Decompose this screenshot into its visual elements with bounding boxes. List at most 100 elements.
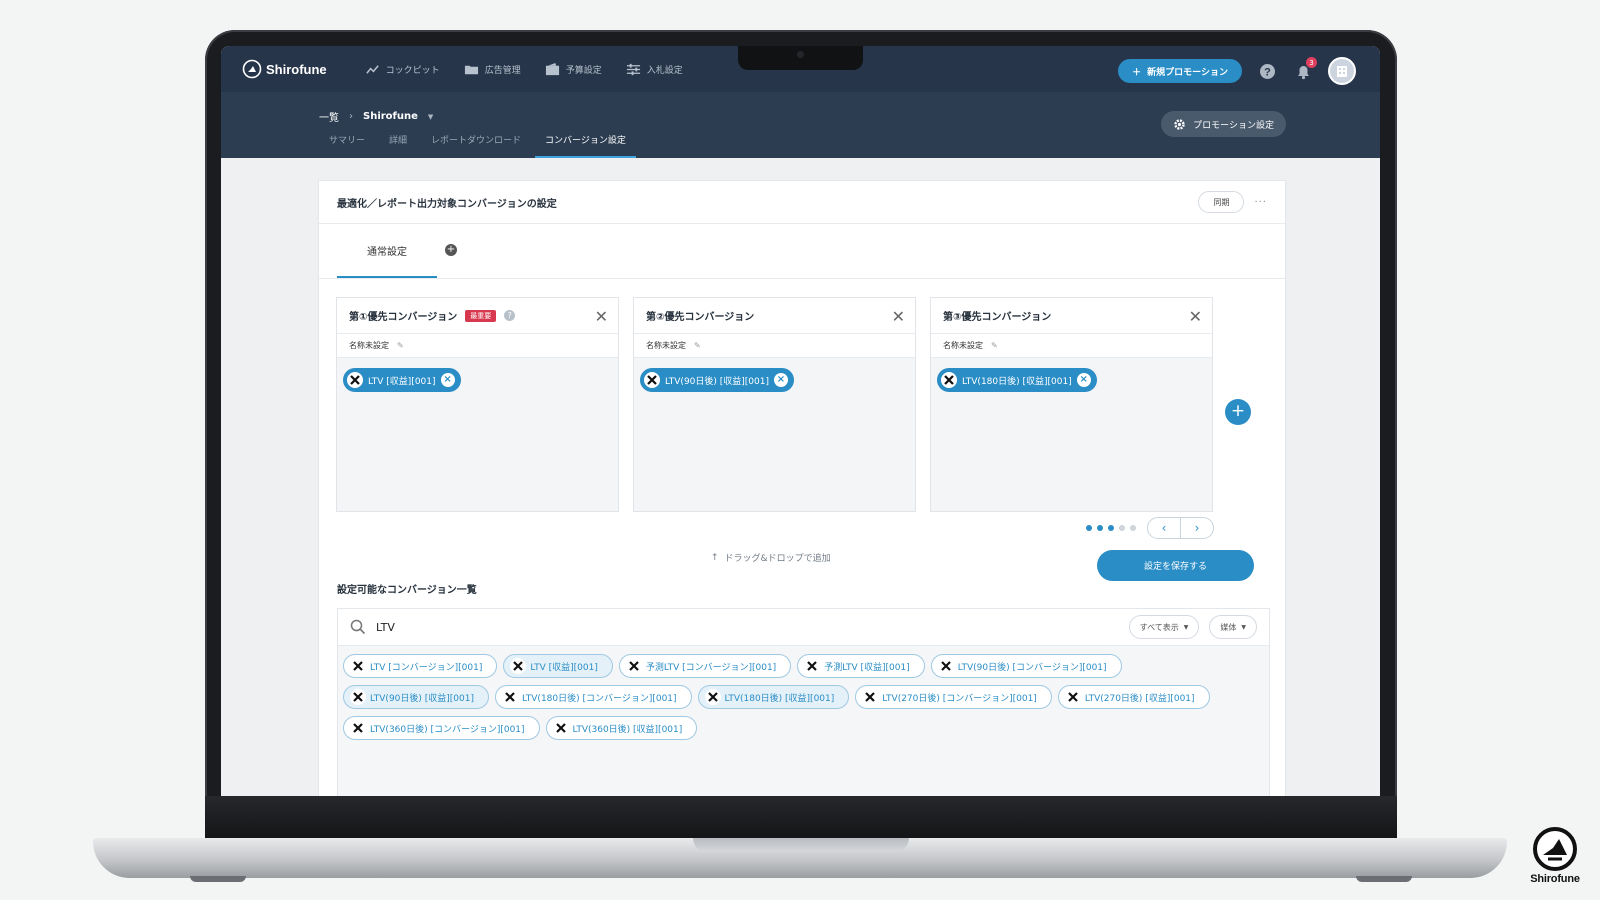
pager-buttons: ‹ › (1147, 517, 1214, 539)
nav-label: 入札設定 (646, 65, 683, 76)
conversion-chip[interactable]: LTV(90日後) [収益][001] (343, 685, 489, 709)
new-promotion-button[interactable]: ＋ 新規プロモーション (1118, 59, 1242, 83)
svg-text:?: ? (1264, 66, 1271, 78)
search-row: LTV すべて表示 ▼ 媒体 ▼ (338, 609, 1269, 646)
breadcrumb-root[interactable]: 一覧 (319, 109, 339, 124)
breadcrumb: 一覧 › Shirofune ▼ (319, 109, 433, 124)
tools-icon (350, 720, 366, 736)
add-priority-button[interactable]: + (1225, 399, 1251, 425)
nav-item-ad-management[interactable]: 広告管理 (464, 62, 521, 77)
conversion-chip[interactable]: LTV(180日後) [コンバージョン][001] (495, 685, 692, 709)
chip-label: LTV(180日後) [収益][001] (962, 376, 1072, 387)
search-input[interactable]: LTV (376, 621, 395, 634)
conversion-chip[interactable]: LTV(90日後) [コンバージョン][001] (930, 654, 1122, 678)
conversion-chip[interactable]: LTV(360日後) [収益][001] (545, 716, 698, 740)
card-header-actions: 同期 ··· (1198, 191, 1267, 213)
more-menu-icon[interactable]: ··· (1254, 197, 1267, 208)
conversion-chip[interactable]: LTV [収益][001] (503, 654, 613, 678)
corner-brand-logo: Shirofune (1525, 826, 1585, 885)
priority-title: 第③優先コンバージョン (943, 312, 1052, 323)
close-icon[interactable]: ✕ (1189, 307, 1202, 326)
priority-title: 第①優先コンバージョン (349, 312, 458, 323)
chevron-right-icon[interactable]: › (1180, 518, 1213, 538)
drag-drop-label: ドラッグ&ドロップで追加 (724, 554, 831, 564)
close-icon[interactable]: ✕ (892, 307, 905, 326)
tools-icon (347, 372, 363, 388)
chip-label: LTV [収益][001] (530, 662, 598, 673)
tab-normal-setting[interactable]: 通常設定 (337, 224, 437, 278)
tools-icon (552, 720, 569, 736)
tools-icon (644, 372, 660, 388)
tab-conversion-settings[interactable]: コンバージョン設定 (535, 134, 636, 158)
tools-icon (625, 658, 642, 674)
wallet-icon (545, 62, 559, 75)
user-avatar[interactable] (1328, 57, 1356, 85)
nav-item-bidding[interactable]: 入札設定 (626, 62, 683, 77)
camera-icon (797, 51, 804, 58)
filter-media-dropdown[interactable]: 媒体 ▼ (1209, 615, 1257, 639)
conversion-chip[interactable]: LTV(360日後) [コンバージョン][001] (343, 716, 540, 740)
pager-dot[interactable] (1086, 525, 1092, 531)
remove-chip-icon[interactable]: × (1076, 373, 1091, 387)
nav-label: 予算設定 (565, 65, 602, 76)
close-icon[interactable]: ✕ (595, 307, 608, 326)
filter-media-label: 媒体 (1220, 622, 1237, 632)
selected-conversion-chip[interactable]: LTV(180日後) [収益][001] × (937, 368, 1097, 392)
pager-dot[interactable] (1097, 525, 1103, 531)
folder-icon (464, 65, 478, 74)
available-list-title: 設定可能なコンバージョン一覧 (337, 585, 477, 596)
conversion-chip-list: LTV [コンバージョン][001] LTV [収益][001] 予測LTV [コン… (338, 646, 1238, 748)
remove-chip-icon[interactable]: × (440, 373, 455, 387)
nav-item-budget[interactable]: 予算設定 (545, 62, 602, 77)
add-setting-icon[interactable]: + (445, 244, 457, 256)
selected-conversion-chip[interactable]: LTV [収益][001] × (343, 368, 461, 392)
corner-logo-text: Shirofune (1530, 873, 1580, 885)
filter-all-dropdown[interactable]: すべて表示 ▼ (1128, 615, 1200, 639)
chip-label: LTV(270日後) [収益][001] (1084, 693, 1195, 704)
selected-conversion-chip[interactable]: LTV(90日後) [収益][001] × (640, 368, 794, 392)
priority-header: 第②優先コンバージョン ✕ (634, 298, 915, 334)
save-settings-button[interactable]: 設定を保存する (1097, 550, 1254, 581)
shirofune-logo-icon (242, 59, 262, 79)
pencil-icon[interactable]: ✎ (397, 341, 404, 350)
sync-button[interactable]: 同期 (1198, 191, 1245, 213)
pager-dot[interactable] (1130, 525, 1136, 531)
help-icon[interactable]: ? (504, 310, 516, 321)
card-header: 最適化／レポート出力対象コンバージョンの設定 同期 ··· (319, 181, 1285, 224)
tools-icon (804, 658, 821, 674)
chevron-left-icon[interactable]: ‹ (1148, 518, 1180, 538)
brand-logo[interactable]: Shirofune (242, 59, 327, 79)
notifications-button[interactable]: 3 (1292, 57, 1317, 82)
tab-details[interactable]: 詳細 (379, 134, 417, 158)
conversion-chip[interactable]: LTV(270日後) [収益][001] (1057, 685, 1210, 709)
drag-drop-hint: ↑ ドラッグ&ドロップで追加 (711, 551, 831, 565)
conversion-chip[interactable]: LTV(270日後) [コンバージョン][001] (855, 685, 1052, 709)
promotion-settings-button[interactable]: プロモーション設定 (1161, 111, 1286, 137)
tab-report-download[interactable]: レポートダウンロード (421, 134, 531, 158)
chip-label: LTV [コンバージョン][001] (370, 662, 483, 673)
conversion-chip[interactable]: LTV [コンバージョン][001] (343, 654, 498, 678)
tools-icon (941, 372, 957, 388)
nav-label: コックピット (385, 65, 440, 76)
tab-summary[interactable]: サマリー (319, 134, 375, 158)
pencil-icon[interactable]: ✎ (991, 341, 998, 350)
priority-name-row: 名称未設定 ✎ (337, 334, 618, 358)
conversion-chip[interactable]: 予測LTV [コンバージョン][001] (618, 654, 792, 678)
pager-dot[interactable] (1119, 525, 1125, 531)
pager-dot[interactable] (1108, 525, 1114, 531)
caret-down-icon: ▼ (427, 112, 434, 121)
conversion-chip[interactable]: 予測LTV [収益][001] (797, 654, 925, 678)
help-button[interactable]: ? (1256, 60, 1278, 82)
conversion-chip[interactable]: LTV(180日後) [収益][001] (697, 685, 850, 709)
nav-item-cockpit[interactable]: コックピット (365, 62, 440, 77)
remove-chip-icon[interactable]: × (774, 373, 788, 387)
project-selector[interactable]: Shirofune ▼ (363, 111, 433, 122)
new-promotion-label: 新規プロモーション (1147, 66, 1228, 77)
tools-icon (862, 689, 879, 705)
pencil-icon[interactable]: ✎ (694, 341, 701, 350)
chip-label: LTV [収益][001] (368, 376, 436, 387)
priority-column-3: 第③優先コンバージョン ✕ 名称未設定 ✎ LTV(180日後) [収益][00… (930, 297, 1213, 512)
chip-label: LTV(270日後) [コンバージョン][001] (882, 693, 1037, 704)
priority-header: 第③優先コンバージョン ✕ (931, 298, 1212, 334)
chip-label: 予測LTV [収益][001] (824, 662, 910, 673)
